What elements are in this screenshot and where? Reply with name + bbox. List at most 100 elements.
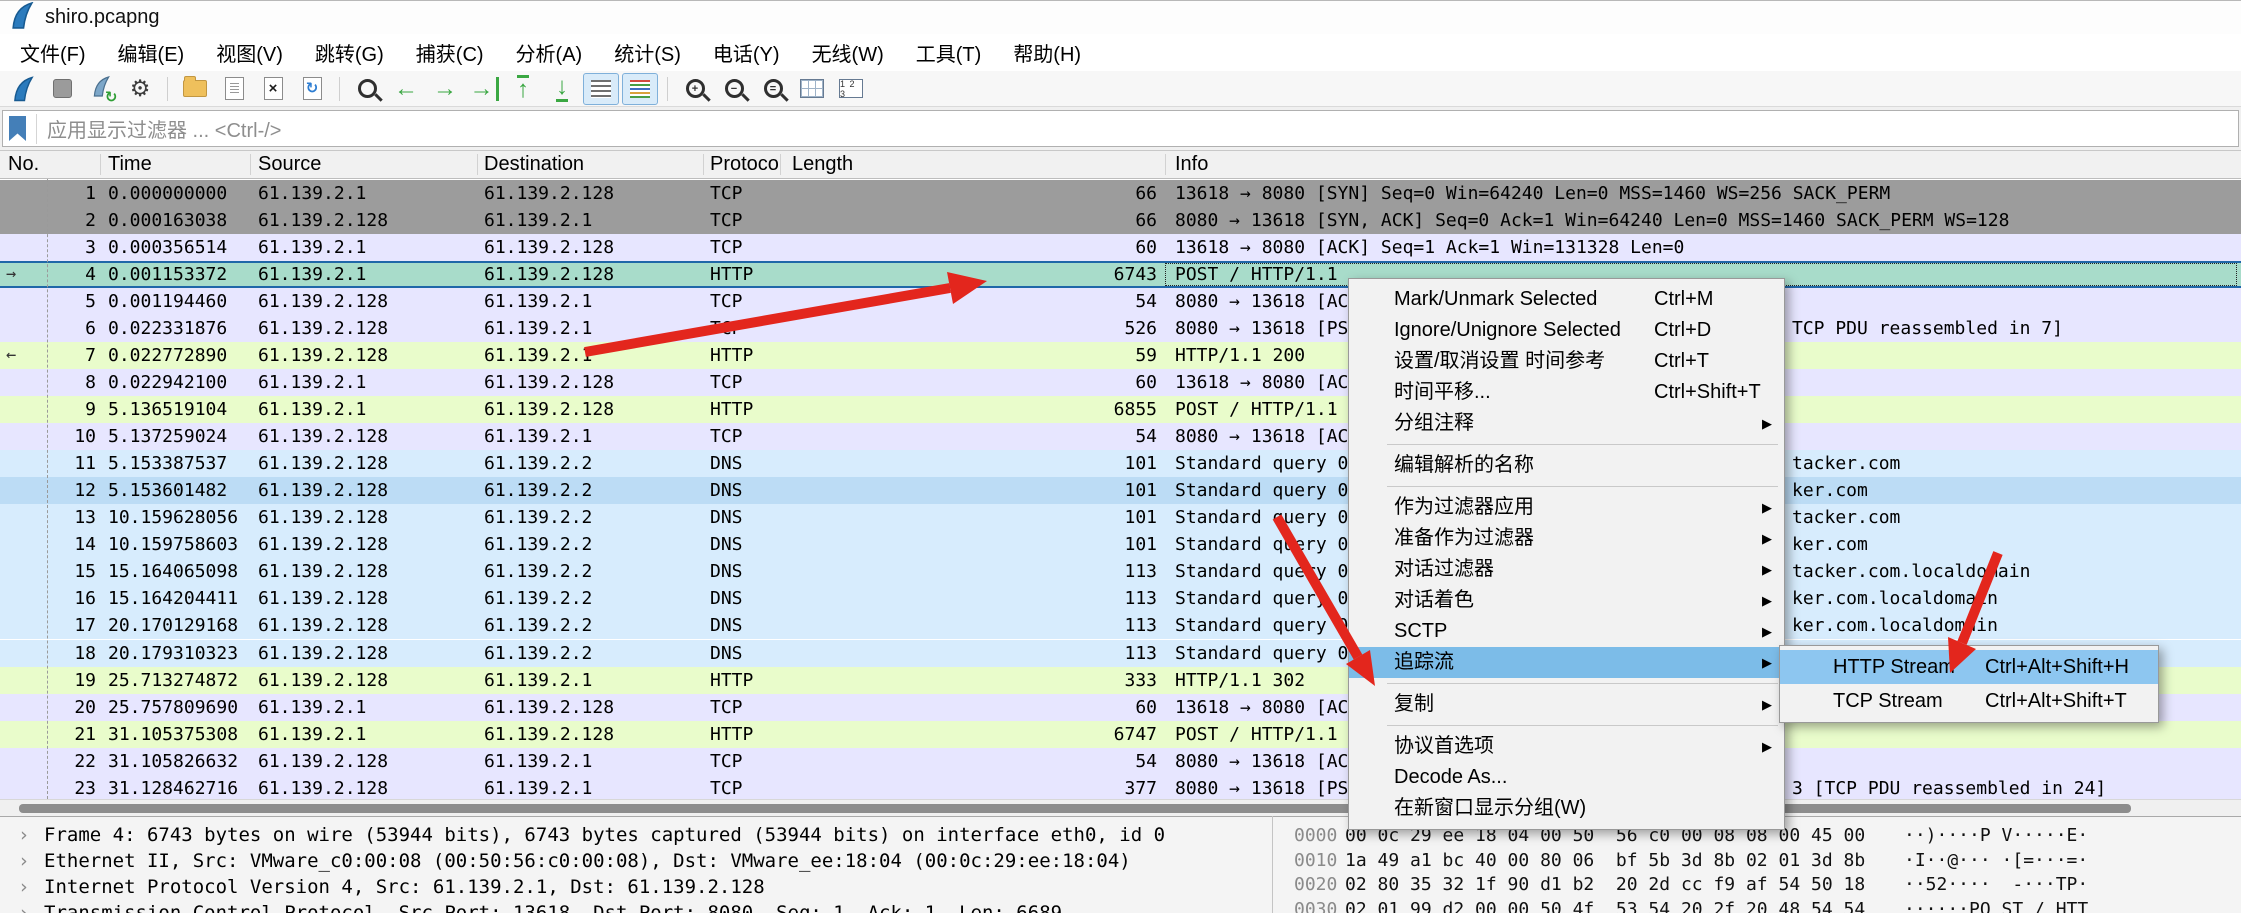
context-menu-item-cn-11[interactable]: 对话着色▶ <box>1349 585 1784 616</box>
packet-row-21[interactable]: 2131.10537530861.139.2.161.139.2.128HTTP… <box>0 721 2241 748</box>
column-header-time[interactable]: Time <box>108 151 152 180</box>
hex-bytes-pane[interactable]: 000000 0c 29 ee 18 04 00 50 56 c0 00 08 … <box>1273 816 2241 913</box>
menubar-item-2[interactable]: 编辑(E) <box>102 38 201 67</box>
column-header-destination[interactable]: Destination <box>484 151 584 180</box>
start-capture-button[interactable] <box>5 73 41 105</box>
packet-row-11[interactable]: 115.15338753761.139.2.12861.139.2.2DNS10… <box>0 450 2241 477</box>
packet-row-17[interactable]: 1720.17012916861.139.2.12861.139.2.2DNS1… <box>0 612 2241 639</box>
horizontal-scrollbar[interactable] <box>0 799 2241 816</box>
packet-row-6[interactable]: 60.02233187661.139.2.12861.139.2.1TCP526… <box>0 315 2241 342</box>
context-menu-item-cn-3[interactable]: 时间平移...Ctrl+Shift+T <box>1349 377 1784 408</box>
open-file-button[interactable] <box>177 73 213 105</box>
filter-bookmark-icon[interactable] <box>9 116 26 141</box>
capture-options-button[interactable]: ⚙ <box>122 73 158 105</box>
hex-row-0010[interactable]: 00101a 49 a1 bc 40 00 80 06 bf 5b 3d 8b … <box>1273 848 2241 873</box>
cell-proto: TCP <box>710 423 780 450</box>
column-header-no[interactable]: No. <box>8 151 39 180</box>
save-file-button[interactable] <box>216 73 252 105</box>
column-header-protoco[interactable]: Protoco <box>710 151 779 180</box>
menubar-item-5[interactable]: 捕获(C) <box>400 38 500 67</box>
packet-row-9[interactable]: 95.13651910461.139.2.161.139.2.128HTTP68… <box>0 396 2241 423</box>
context-menu-item-cn-6[interactable]: 编辑解析的名称 <box>1349 450 1784 481</box>
menubar-item-9[interactable]: 无线(W) <box>796 38 900 67</box>
expander-chevron-icon[interactable]: › <box>18 822 29 848</box>
menubar-item-4[interactable]: 跳转(G) <box>299 38 400 67</box>
numbered-columns-button[interactable]: 1 2 3 <box>833 73 869 105</box>
auto-scroll-toggle-button[interactable] <box>583 73 619 105</box>
context-menu-item-decode-as[interactable]: Decode As... <box>1349 762 1784 793</box>
expander-chevron-icon[interactable]: › <box>18 848 29 874</box>
submenu-item-tcp-stream[interactable]: TCP StreamCtrl+Alt+Shift+T <box>1780 684 2158 718</box>
column-header-source[interactable]: Source <box>258 151 321 180</box>
context-menu-item-mark-unmark-selected[interactable]: Mark/Unmark SelectedCtrl+M <box>1349 284 1784 315</box>
go-to-packet-button[interactable]: → <box>466 73 502 105</box>
context-menu-item-cn-17[interactable]: 协议首选项▶ <box>1349 731 1784 762</box>
detail-line-4[interactable]: ›Transmission Control Protocol, Src Port… <box>0 900 1272 913</box>
go-back-button[interactable]: ← <box>388 73 424 105</box>
first-packet-icon: ↑ <box>517 75 529 102</box>
menubar-item-3[interactable]: 视图(V) <box>200 38 299 67</box>
packet-row-15[interactable]: 1515.16406509861.139.2.12861.139.2.2DNS1… <box>0 558 2241 585</box>
context-menu-item-cn-10[interactable]: 对话过滤器▶ <box>1349 554 1784 585</box>
packet-row-8[interactable]: 80.02294210061.139.2.161.139.2.128TCP601… <box>0 369 2241 396</box>
horizontal-scrollbar-thumb[interactable] <box>19 804 2131 813</box>
menubar-item-11[interactable]: 帮助(H) <box>997 38 1097 67</box>
go-forward-button[interactable]: → <box>427 73 463 105</box>
submenu-item-http-stream[interactable]: HTTP StreamCtrl+Alt+Shift+H <box>1780 650 2158 684</box>
packet-details-pane[interactable]: ›Frame 4: 6743 bytes on wire (53944 bits… <box>0 816 1272 913</box>
packet-row-16[interactable]: 1615.16420441161.139.2.12861.139.2.2DNS1… <box>0 585 2241 612</box>
context-menu-item-cn-13[interactable]: 追踪流▶ <box>1349 647 1784 678</box>
resize-columns-button[interactable] <box>794 73 830 105</box>
go-last-packet-button[interactable]: ↓ <box>544 73 580 105</box>
zoom-in-button[interactable]: + <box>677 73 713 105</box>
packet-row-14[interactable]: 1410.15975860361.139.2.12861.139.2.2DNS1… <box>0 531 2241 558</box>
packet-row-1[interactable]: 10.00000000061.139.2.161.139.2.128TCP661… <box>0 180 2241 207</box>
save-file-icon <box>225 77 244 100</box>
packet-row-5[interactable]: 50.00119446061.139.2.12861.139.2.1TCP548… <box>0 288 2241 315</box>
hex-row-0030[interactable]: 003002 01 99 d2 00 00 50 4f 53 54 20 2f … <box>1273 897 2241 913</box>
colorize-toggle-button[interactable] <box>622 73 658 105</box>
menubar-item-8[interactable]: 电话(Y) <box>697 38 796 67</box>
packet-row-7[interactable]: 70.02277289061.139.2.12861.139.2.1HTTP59… <box>0 342 2241 369</box>
pane-splitter[interactable] <box>1272 816 1273 913</box>
context-menu-item-cn-8[interactable]: 作为过滤器应用▶ <box>1349 492 1784 523</box>
column-header-length[interactable]: Length <box>792 151 853 180</box>
menubar-item-1[interactable]: 文件(F) <box>4 38 102 67</box>
packet-row-22[interactable]: 2231.10582663261.139.2.12861.139.2.1TCP5… <box>0 748 2241 775</box>
packet-row-12[interactable]: 125.15360148261.139.2.12861.139.2.2DNS10… <box>0 477 2241 504</box>
close-file-button[interactable]: × <box>255 73 291 105</box>
expander-chevron-icon[interactable]: › <box>18 900 29 913</box>
context-menu-item-w[interactable]: 在新窗口显示分组(W) <box>1349 793 1784 824</box>
packet-row-13[interactable]: 1310.15962805661.139.2.12861.139.2.2DNS1… <box>0 504 2241 531</box>
menu-separator <box>1387 444 1778 445</box>
context-menu-item-cn-4[interactable]: 分组注释▶ <box>1349 408 1784 439</box>
packet-row-23[interactable]: 2331.12846271661.139.2.12861.139.2.1TCP3… <box>0 775 2241 799</box>
detail-line-2[interactable]: ›Ethernet II, Src: VMware_c0:00:08 (00:5… <box>0 848 1272 874</box>
packet-row-10[interactable]: 105.13725902461.139.2.12861.139.2.1TCP54… <box>0 423 2241 450</box>
detail-line-1[interactable]: ›Frame 4: 6743 bytes on wire (53944 bits… <box>0 822 1272 848</box>
zoom-out-button[interactable]: − <box>716 73 752 105</box>
packet-row-2[interactable]: 20.00016303861.139.2.12861.139.2.1TCP668… <box>0 207 2241 234</box>
go-first-packet-button[interactable]: ↑ <box>505 73 541 105</box>
expander-chevron-icon[interactable]: › <box>18 874 29 900</box>
stop-capture-button[interactable] <box>44 73 80 105</box>
packet-row-3[interactable]: 30.00035651461.139.2.161.139.2.128TCP601… <box>0 234 2241 261</box>
packet-row-4[interactable]: 40.00115337261.139.2.161.139.2.128HTTP67… <box>0 261 2241 288</box>
detail-line-3[interactable]: ›Internet Protocol Version 4, Src: 61.13… <box>0 874 1272 900</box>
context-menu-item-sctp[interactable]: SCTP▶ <box>1349 616 1784 647</box>
restart-capture-button[interactable]: ↻ <box>83 73 119 105</box>
zoom-reset-button[interactable]: = <box>755 73 791 105</box>
context-menu-item-cn-9[interactable]: 准备作为过滤器▶ <box>1349 523 1784 554</box>
hex-bytes: 1a 49 a1 bc 40 00 80 06 bf 5b 3d 8b 02 0… <box>1345 848 1865 873</box>
column-header-info[interactable]: Info <box>1175 151 1208 180</box>
context-menu-item-cn-15[interactable]: 复制▶ <box>1349 689 1784 720</box>
menubar-item-7[interactable]: 统计(S) <box>598 38 697 67</box>
menubar-item-10[interactable]: 工具(T) <box>900 38 998 67</box>
hex-row-0020[interactable]: 002002 80 35 32 1f 90 d1 b2 20 2d cc f9 … <box>1273 872 2241 897</box>
display-filter-input[interactable]: 应用显示过滤器 ... <Ctrl-/> <box>2 110 2239 147</box>
find-packet-button[interactable] <box>349 73 385 105</box>
context-menu-item-cn-2[interactable]: 设置/取消设置 时间参考Ctrl+T <box>1349 346 1784 377</box>
menubar-item-6[interactable]: 分析(A) <box>500 38 599 67</box>
context-menu-item-ignore-unignore-selected[interactable]: Ignore/Unignore SelectedCtrl+D <box>1349 315 1784 346</box>
reload-file-button[interactable]: ↻ <box>294 73 330 105</box>
